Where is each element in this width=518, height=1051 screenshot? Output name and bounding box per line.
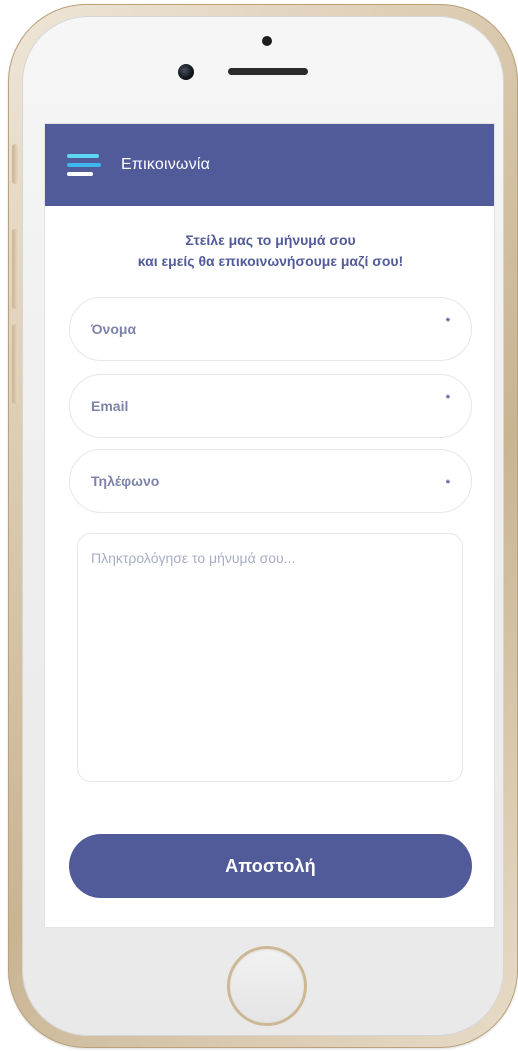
submit-button[interactable]: Αποστολή [69, 834, 472, 898]
message-textarea[interactable]: Πληκτρολόγησε το μήνυμά σου... [77, 533, 463, 782]
page-title: Επικοινωνία [121, 156, 211, 173]
email-field[interactable]: Email * [69, 374, 472, 438]
app-screen: Επικοινωνία Στείλε μας το μήνυμά σου και… [44, 123, 495, 928]
intro-text: Στείλε μας το μήνυμά σου και εμείς θα επ… [45, 230, 494, 272]
intro-line-1: Στείλε μας το μήνυμά σου [185, 232, 356, 248]
proximity-sensor [262, 36, 272, 46]
message-placeholder: Πληκτρολόγησε το μήνυμά σου... [91, 550, 296, 566]
submit-button-label: Αποστολή [225, 855, 316, 876]
volume-down-button [12, 324, 18, 404]
front-camera-icon [178, 64, 194, 80]
phone-field[interactable]: Τηλέφωνο * [69, 449, 472, 513]
name-required-asterisk: * [445, 316, 450, 328]
phone-required-asterisk: * [445, 478, 450, 490]
earpiece-speaker [228, 68, 308, 75]
app-header: Επικοινωνία [45, 124, 494, 206]
name-placeholder: Όνομα [91, 321, 137, 337]
email-placeholder: Email [91, 398, 129, 414]
home-button[interactable] [227, 946, 307, 1026]
mute-switch [12, 144, 18, 184]
phone-placeholder: Τηλέφωνο [91, 473, 160, 489]
hamburger-menu-icon[interactable] [67, 154, 103, 176]
name-field[interactable]: Όνομα * [69, 297, 472, 361]
intro-line-2: και εμείς θα επικοινωνήσουμε μαζί σου! [137, 253, 404, 269]
email-required-asterisk: * [445, 393, 450, 405]
volume-up-button [12, 229, 18, 309]
